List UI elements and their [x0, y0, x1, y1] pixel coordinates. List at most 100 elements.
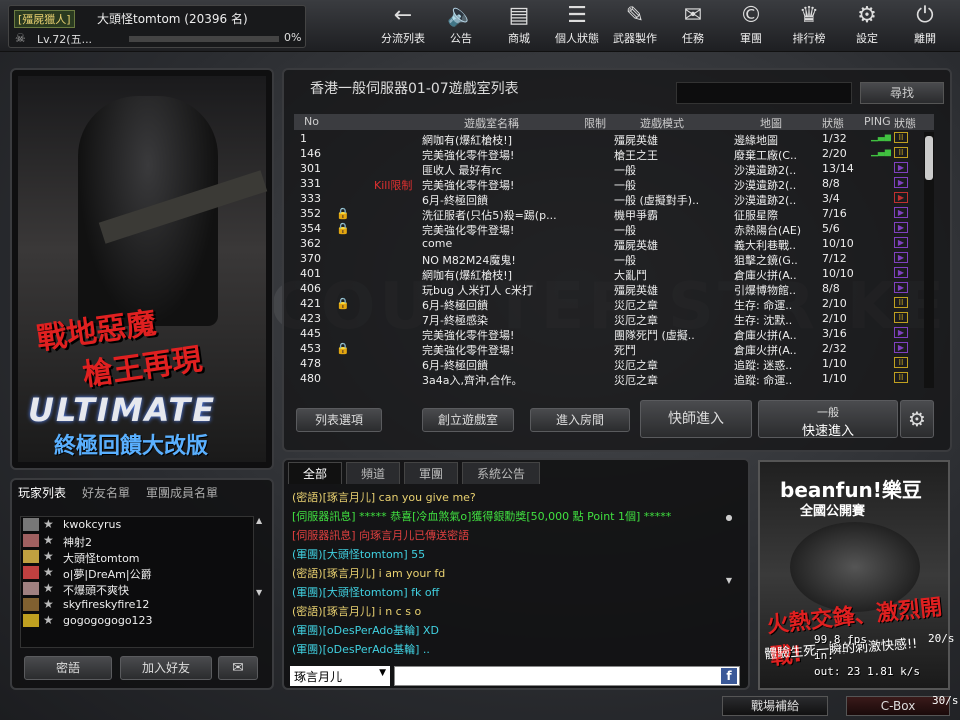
- nav-5[interactable]: ✉ 任務: [665, 2, 721, 46]
- room-cell-no: 445: [300, 327, 321, 340]
- chat-tab-3[interactable]: 系統公告: [462, 462, 541, 484]
- nav-label: 個人狀態: [555, 32, 599, 45]
- search-input[interactable]: [676, 82, 852, 104]
- room-row[interactable]: 354 🔒 完美強化零件登場! 一般 赤熱陽台(AE) 5/6 ▶: [294, 222, 924, 237]
- room-row[interactable]: 352 🔒 洗征服者(只佔5)殺=踢(p... 機甲爭霸 征服星際 7/16 ▶: [294, 207, 924, 222]
- room-row[interactable]: 480 3a4a入,齊沖,合作。 災厄之章 追蹤: 命運.. 1/10 II: [294, 372, 924, 387]
- room-cell-no: 370: [300, 252, 321, 265]
- room-row[interactable]: 146 完美強化零件登場! 槍王之王 廢棄工廠(C.. 2/20 ▁▃▅ II: [294, 147, 924, 162]
- room-cell-map: 廢棄工廠(C..: [734, 149, 797, 162]
- scroll-thumb[interactable]: [925, 136, 933, 180]
- room-row[interactable]: 421 🔒 6月-終極回饋 災厄之章 生存: 命運.. 2/10 II: [294, 297, 924, 312]
- quick-settings-gear-icon[interactable]: ⚙: [900, 400, 934, 438]
- nav-0[interactable]: ← 分流列表: [375, 2, 431, 46]
- facebook-icon[interactable]: f: [721, 668, 737, 684]
- room-row[interactable]: 401 網咖有(爆紅槍枝!] 大亂鬥 倉庫火拼(A.. 10/10 ▶: [294, 267, 924, 282]
- room-cell-lock: 🔒: [336, 207, 350, 220]
- room-cell-name: 完美強化零件登場!: [422, 329, 515, 342]
- chat-line: (軍團)[oDesPerAdo基輪] ..: [292, 643, 430, 656]
- fps-overlay: 99.8 fps in: ¯ out: 23 1.81 k/s: [814, 632, 920, 680]
- room-row[interactable]: 362 come 殭屍英雄 義大利巷戰.. 10/10 ▶: [294, 237, 924, 252]
- player-list-item[interactable]: ★ o|夢|DreAm|公爵: [21, 565, 253, 581]
- col-map[interactable]: 地圖: [760, 115, 782, 131]
- room-row[interactable]: 423 7月-終極感染 災厄之章 生存: 沈默.. 2/10 II: [294, 312, 924, 327]
- mail-icon[interactable]: ✉: [218, 656, 258, 680]
- room-cell-mode: 機甲爭霸: [614, 209, 658, 222]
- player-list-item[interactable]: ★ 大頭怪tomtom: [21, 549, 253, 565]
- room-cell-status: 2/10: [822, 312, 847, 325]
- nav-3[interactable]: ☰ 個人狀態: [549, 2, 605, 46]
- chat-target-select[interactable]: 琢言月儿 ▼: [290, 666, 390, 686]
- star-icon: ★: [43, 613, 54, 627]
- nav-8[interactable]: ⚙ 設定: [839, 2, 895, 46]
- chat-input[interactable]: f: [394, 666, 740, 686]
- player-list-item[interactable]: ★ kwokcyrus: [21, 517, 253, 533]
- room-cell-no: 401: [300, 267, 321, 280]
- enter-room-button[interactable]: 進入房間: [530, 408, 630, 432]
- room-row[interactable]: 445 完美強化零件登場! 團隊死鬥 (虛擬.. 倉庫火拼(A.. 3/16 ▶: [294, 327, 924, 342]
- player-list-item[interactable]: ★ gogogogogo123: [21, 613, 253, 629]
- room-cell-mode: 災厄之章: [614, 374, 658, 387]
- player-list: ★ kwokcyrus ★ 神射2 ★ 大頭怪tomtom ★ o|夢|DreAm|公爵 ★ 不爆…: [20, 516, 254, 648]
- nav-label: 設定: [856, 32, 878, 45]
- whisper-button[interactable]: 密語: [24, 656, 112, 680]
- friend-tab-0[interactable]: 玩家列表: [18, 484, 66, 501]
- room-row[interactable]: 331 Kill限制 完美強化零件登場! 一般 沙漠遺跡2(.. 8/8 ▶: [294, 177, 924, 192]
- room-cell-no: 406: [300, 282, 321, 295]
- rank-icon: ☠: [15, 31, 26, 45]
- nav-6[interactable]: © 軍團: [723, 2, 779, 46]
- room-cell-mode: 殭屍英雄: [614, 284, 658, 297]
- nav-1[interactable]: 🔈 公告: [433, 2, 489, 46]
- create-room-button[interactable]: 創立遊戲室: [422, 408, 514, 432]
- top-bar: [殭屍獵人] 大頭怪tomtom (20396 名) ☠ Lv.72(五... …: [0, 0, 960, 52]
- quick-enter-button[interactable]: 一般 快速進入: [758, 400, 898, 439]
- player-list-scrollbar[interactable]: ▲ ▼: [256, 516, 264, 648]
- chat-tab-1[interactable]: 頻道: [346, 462, 401, 484]
- list-options-button[interactable]: 列表選項: [296, 408, 382, 432]
- col-name[interactable]: 遊戲室名稱: [464, 115, 519, 131]
- chat-tab-0[interactable]: 全部: [288, 462, 343, 484]
- col-state[interactable]: 狀態: [894, 115, 916, 131]
- nav-7[interactable]: ♛ 排行榜: [781, 2, 837, 46]
- ad-subtitle: 全國公開賽: [800, 504, 866, 519]
- search-button[interactable]: 尋找: [860, 82, 944, 104]
- friend-tab-1[interactable]: 好友名單: [82, 484, 130, 501]
- add-friend-button[interactable]: 加入好友: [120, 656, 212, 680]
- nav-9[interactable]: ⏻ 離開: [897, 2, 953, 46]
- friends-panel: 玩家列表 好友名單 軍團成員名單 ★ kwokcyrus ★ 神射2 ★ 大頭怪tomtom ★…: [10, 478, 274, 690]
- col-limit[interactable]: 限制: [584, 115, 606, 131]
- room-row[interactable]: 370 NO M82M24魔鬼! 一般 狙擊之鏡(G.. 7/12 ▶: [294, 252, 924, 267]
- room-row[interactable]: 406 玩bug 人米打人 c米打 殭屍英雄 引爆博物館.. 8/8 ▶: [294, 282, 924, 297]
- room-cell-lock: 🔒: [336, 297, 350, 310]
- nav-4[interactable]: ✎ 武器製作: [607, 2, 663, 46]
- friend-tab-2[interactable]: 軍團成員名單: [146, 484, 218, 501]
- chat-scrollbar[interactable]: ● ▼: [724, 486, 734, 646]
- room-row[interactable]: 478 6月-終極回饋 災厄之章 追蹤: 迷惑.. 1/10 II: [294, 357, 924, 372]
- master-enter-button[interactable]: 快師進入: [640, 400, 752, 438]
- col-ping[interactable]: PING: [864, 115, 891, 128]
- chat-tab-2[interactable]: 軍團: [404, 462, 459, 484]
- battle-supply-button[interactable]: 戰場補給: [722, 696, 828, 716]
- room-row[interactable]: 333 6月-終極回饋 一般 (虛擬對手).. 沙漠遺跡2(.. 3/4 ▶: [294, 192, 924, 207]
- room-cell-ping: ▁▃▅: [871, 147, 891, 157]
- room-cell-status: 10/10: [822, 267, 854, 280]
- star-icon: ★: [43, 549, 54, 563]
- col-status[interactable]: 狀態: [822, 115, 844, 131]
- player-list-item[interactable]: ★ 神射2: [21, 533, 253, 549]
- nav-2[interactable]: ▤ 商城: [491, 2, 547, 46]
- room-cell-status: 1/10: [822, 372, 847, 385]
- room-cell-state: II: [894, 297, 908, 308]
- event-poster[interactable]: 戰地惡魔 槍王再現 ULTIMATE 終極回饋大改版: [10, 68, 274, 470]
- room-row[interactable]: 301 匪收人 最好有rc 一般 沙漠遺跡2(.. 13/14 ▶: [294, 162, 924, 177]
- ad-brand: beanfun!樂豆: [780, 478, 922, 502]
- room-row[interactable]: 1 網咖有(爆紅槍枝!] 殭屍英雄 邊緣地圖 1/32 ▁▃▅ II: [294, 132, 924, 147]
- room-list-scrollbar[interactable]: [924, 132, 934, 388]
- player-list-item[interactable]: ★ 不爆頭不爽快: [21, 581, 253, 597]
- room-cell-map: 沙漠遺跡2(..: [734, 164, 797, 177]
- room-row[interactable]: 453 🔒 完美強化零件登場! 死鬥 倉庫火拼(A.. 2/32 ▶: [294, 342, 924, 357]
- room-cell-map: 生存: 命運..: [734, 299, 793, 312]
- room-cell-name: 洗征服者(只佔5)殺=踢(p...: [422, 209, 557, 222]
- player-list-item[interactable]: ★ skyfireskyfire12: [21, 597, 253, 613]
- col-no[interactable]: No: [304, 115, 319, 128]
- col-mode[interactable]: 遊戲模式: [640, 115, 684, 131]
